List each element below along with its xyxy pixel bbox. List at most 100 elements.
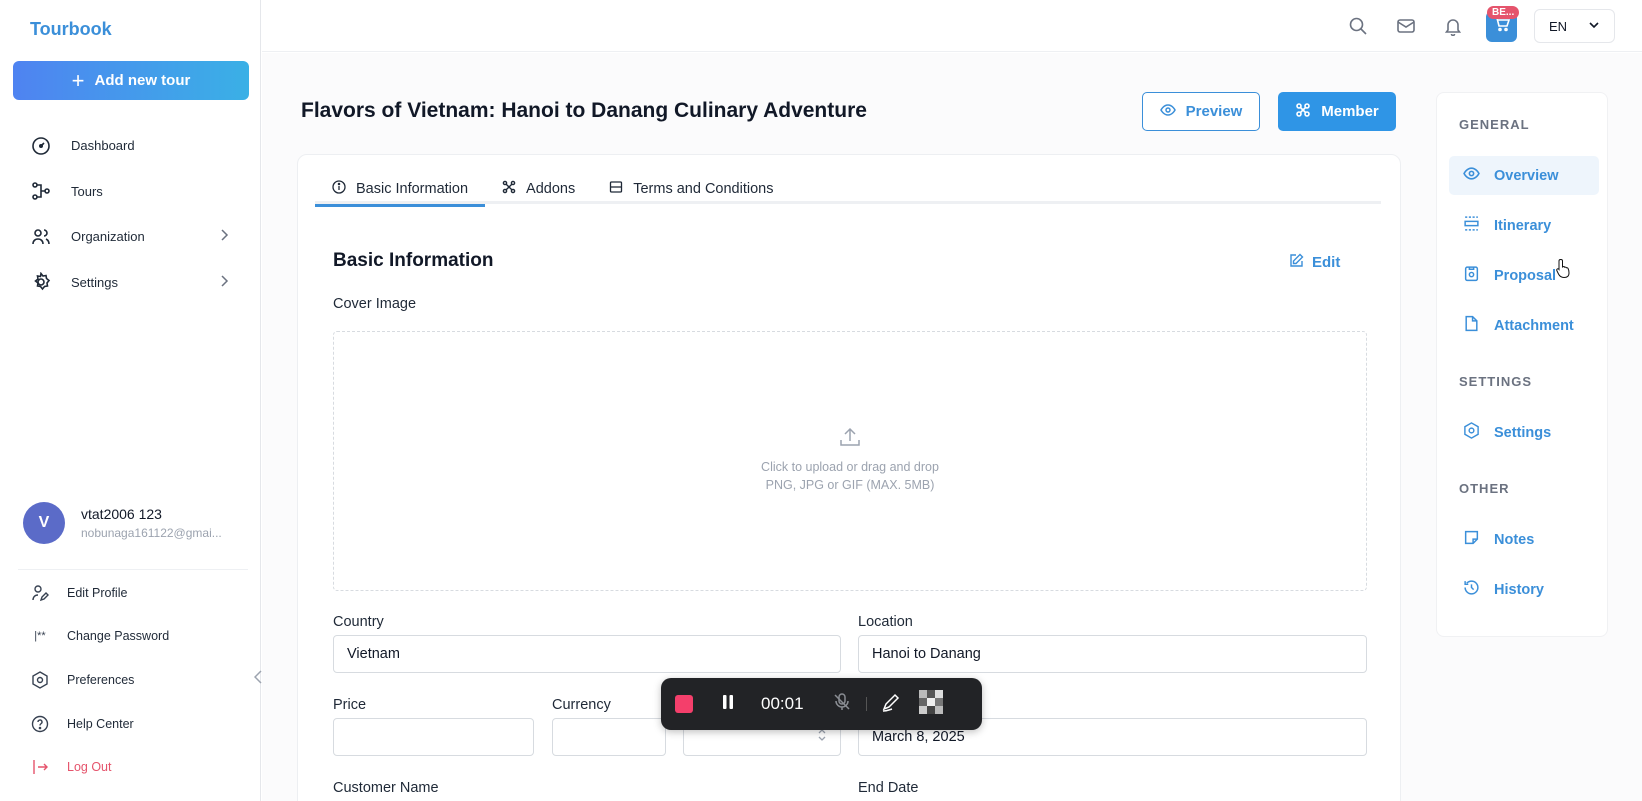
divider xyxy=(18,569,248,570)
password-icon: |** xyxy=(34,630,46,643)
pen-icon[interactable] xyxy=(881,692,901,717)
location-field[interactable]: Hanoi to Danang xyxy=(858,635,1367,673)
other-heading: OTHER xyxy=(1459,481,1510,496)
section-navigator: GENERAL Overview Itinerary Proposal Atta… xyxy=(1436,92,1608,637)
stepper-icon xyxy=(817,728,827,746)
edit-icon xyxy=(1289,253,1304,272)
user-profile[interactable]: V vtat2006 123 nobunaga161122@gmai... xyxy=(23,502,222,544)
tab-basic-information[interactable]: Basic Information xyxy=(315,173,486,207)
mail-icon[interactable] xyxy=(1396,16,1416,36)
nav-settings[interactable]: Settings xyxy=(1449,413,1599,452)
sidebar-item-settings[interactable]: Settings xyxy=(30,260,230,306)
country-field[interactable]: Vietnam xyxy=(333,635,841,673)
nav-label: Notes xyxy=(1494,531,1535,548)
upload-file-types: PNG, JPG or GIF (MAX. 5MB) xyxy=(765,478,935,492)
tab-label: Basic Information xyxy=(356,180,469,197)
tab-addons[interactable]: Addons xyxy=(485,173,592,204)
info-icon xyxy=(332,179,346,198)
nav-overview[interactable]: Overview xyxy=(1449,156,1599,195)
logout-link[interactable]: Log Out xyxy=(30,745,230,789)
hexagon-gear-icon xyxy=(1463,422,1480,443)
tab-label: Terms and Conditions xyxy=(633,180,774,197)
addons-icon xyxy=(502,180,516,198)
sidebar-item-tours[interactable]: Tours xyxy=(30,169,230,215)
avatar: V xyxy=(23,502,65,544)
cart-badge: BE... xyxy=(1487,6,1520,19)
bell-icon[interactable] xyxy=(1443,16,1463,37)
add-new-tour-label: Add new tour xyxy=(94,72,191,89)
search-icon[interactable] xyxy=(1348,16,1368,36)
edit-profile-link[interactable]: Edit Profile xyxy=(30,571,230,615)
nav-itinerary[interactable]: Itinerary xyxy=(1449,206,1599,245)
location-label: Location xyxy=(858,614,913,630)
document-icon xyxy=(609,180,623,198)
end-date-label: End Date xyxy=(858,780,919,796)
mic-muted-icon[interactable] xyxy=(832,692,852,717)
chevron-right-icon xyxy=(218,229,230,244)
user-email: nobunaga161122@gmai... xyxy=(81,526,222,540)
nav-label: Proposal xyxy=(1494,267,1557,284)
gauge-icon xyxy=(30,135,52,157)
chevron-right-icon xyxy=(218,275,230,290)
blur-icon[interactable] xyxy=(918,689,943,719)
nav-history[interactable]: History xyxy=(1449,570,1599,609)
route-icon xyxy=(30,180,52,202)
member-button[interactable]: Member xyxy=(1278,92,1396,131)
users-icon xyxy=(30,226,52,248)
top-bar xyxy=(262,0,1642,52)
user-name: vtat2006 123 xyxy=(81,506,162,522)
brand-logo[interactable]: Tourbook xyxy=(30,19,112,40)
nav-attachment[interactable]: Attachment xyxy=(1449,306,1599,345)
nav-label: Attachment xyxy=(1494,317,1574,334)
eye-icon xyxy=(1463,165,1480,186)
sidebar-nav: Dashboard Tours Organization Settings xyxy=(30,123,230,305)
sidebar: Tourbook + Add new tour Dashboard Tours … xyxy=(0,0,262,801)
recording-timer: 00:01 xyxy=(761,694,804,713)
collapse-sidebar-icon[interactable] xyxy=(253,670,262,687)
nav-label: History xyxy=(1494,581,1544,598)
user-info: vtat2006 123 nobunaga161122@gmai... xyxy=(81,506,222,540)
tab-terms-and-conditions[interactable]: Terms and Conditions xyxy=(592,173,790,204)
note-icon xyxy=(1463,529,1480,550)
gear-icon xyxy=(30,271,52,293)
edit-label: Edit xyxy=(1312,254,1341,271)
cover-image-label: Cover Image xyxy=(333,296,417,312)
currency-field[interactable] xyxy=(552,718,666,756)
add-new-tour-button[interactable]: + Add new tour xyxy=(13,61,249,100)
itinerary-icon xyxy=(1463,215,1480,236)
help-center-link[interactable]: Help Center xyxy=(30,702,230,746)
logout-icon xyxy=(30,757,50,777)
language-select[interactable]: EN xyxy=(1534,9,1615,43)
currency-label: Currency xyxy=(552,697,611,713)
edit-button[interactable]: Edit xyxy=(1289,253,1340,272)
hand-cursor-icon xyxy=(1556,258,1572,283)
country-label: Country xyxy=(333,614,384,630)
help-center-label: Help Center xyxy=(67,716,134,731)
pause-icon[interactable] xyxy=(721,694,735,715)
sidebar-item-label: Tours xyxy=(71,183,103,199)
general-heading: GENERAL xyxy=(1459,117,1530,132)
tab-label: Addons xyxy=(526,180,576,197)
sidebar-item-dashboard[interactable]: Dashboard xyxy=(30,123,230,169)
customer-name-label: Customer Name xyxy=(333,780,439,796)
preview-button[interactable]: Preview xyxy=(1142,92,1260,131)
plus-icon: + xyxy=(71,67,85,93)
change-password-link[interactable]: |** Change Password xyxy=(30,615,230,659)
file-icon xyxy=(1463,315,1480,336)
tab-bar: Basic Information Addons Terms and Condi… xyxy=(315,173,1381,207)
price-field[interactable] xyxy=(333,718,534,756)
nav-notes[interactable]: Notes xyxy=(1449,520,1599,559)
member-label: Member xyxy=(1321,103,1379,120)
preferences-link[interactable]: Preferences xyxy=(30,658,230,702)
section-title: Basic Information xyxy=(333,250,494,271)
cover-image-dropzone[interactable]: Click to upload or drag and drop PNG, JP… xyxy=(333,331,1367,591)
divider xyxy=(865,697,867,711)
sidebar-item-label: Settings xyxy=(71,274,118,290)
user-edit-icon xyxy=(30,583,50,603)
sidebar-item-label: Organization xyxy=(71,229,145,245)
stop-recording-button[interactable] xyxy=(675,695,693,713)
nav-proposal[interactable]: Proposal xyxy=(1449,256,1599,295)
account-menu: Edit Profile |** Change Password Prefere… xyxy=(30,571,230,789)
eye-icon xyxy=(1159,102,1176,122)
sidebar-item-organization[interactable]: Organization xyxy=(30,214,230,260)
